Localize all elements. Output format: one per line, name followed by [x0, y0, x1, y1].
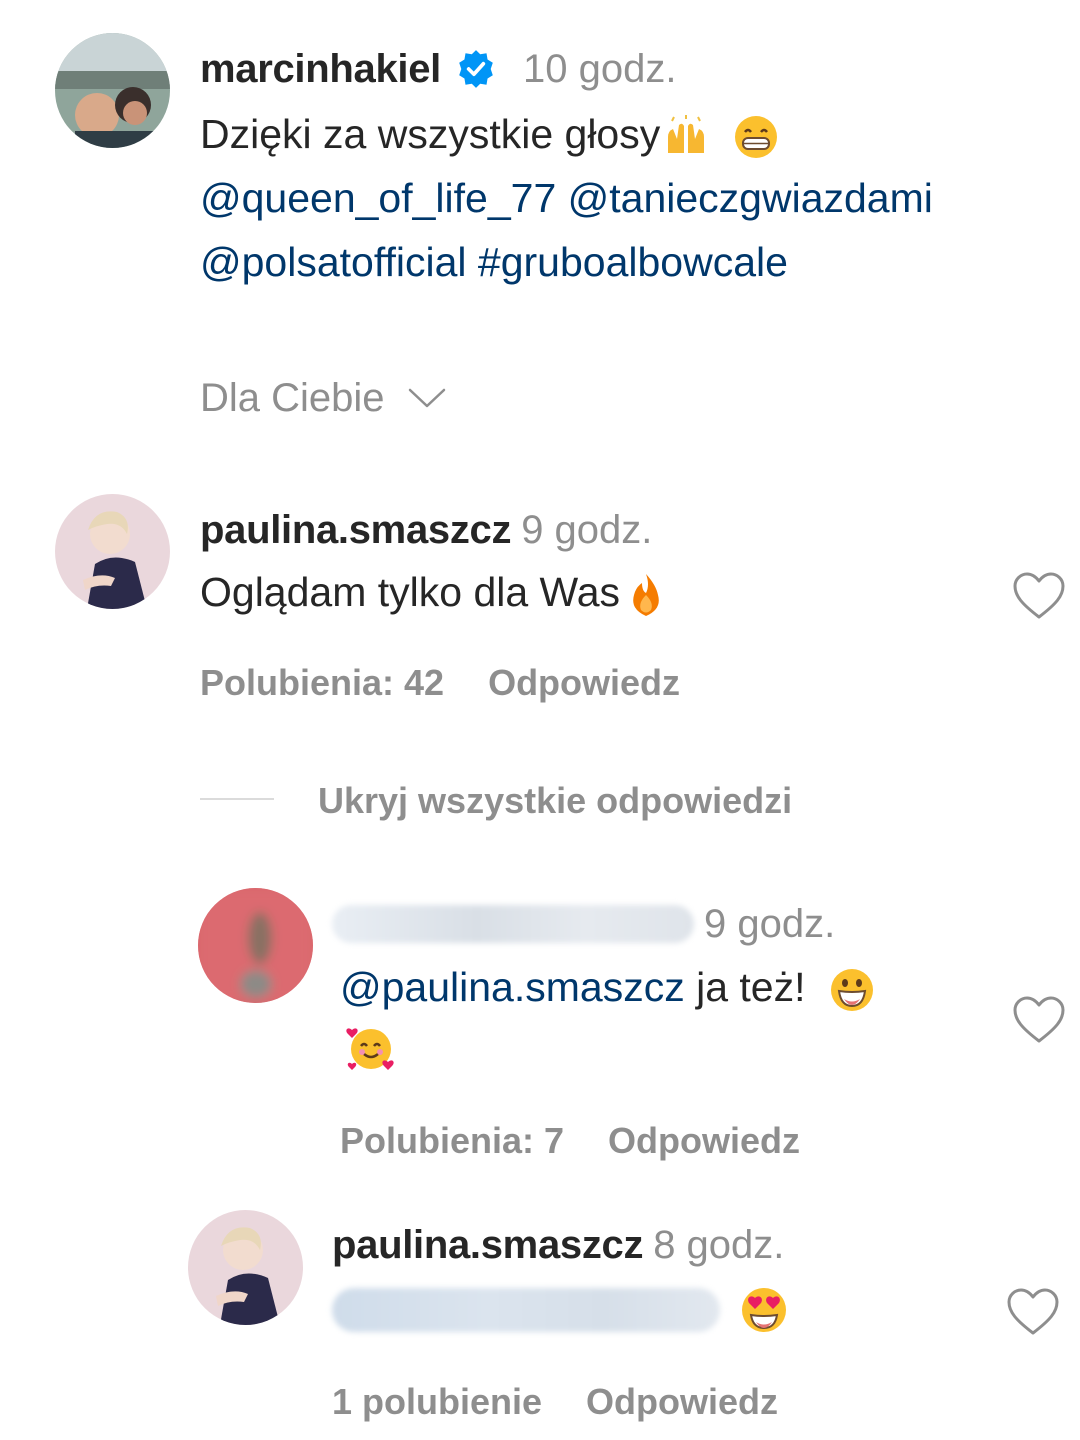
mention-link[interactable]: @paulina.smaszcz — [340, 964, 685, 1010]
post-time: 10 godz. — [522, 46, 677, 91]
verified-badge-icon — [455, 48, 497, 90]
grinning-face-emoji-icon — [732, 113, 780, 161]
reply-username[interactable]: paulina.smaszcz — [332, 1223, 643, 1268]
comment-username[interactable]: paulina.smaszcz — [200, 508, 511, 553]
sort-label: Dla Ciebie — [200, 375, 385, 420]
mention-link[interactable]: @polsatofficial — [200, 239, 467, 285]
raising-hands-emoji-icon — [662, 113, 710, 161]
sort-dropdown[interactable]: Dla Ciebie — [200, 370, 447, 426]
comment-time: 9 godz. — [521, 507, 653, 552]
hashtag-link[interactable]: #gruboalbowcale — [478, 239, 788, 285]
reply-avatar[interactable] — [188, 1210, 303, 1325]
reply-text: ja też! — [696, 964, 806, 1010]
grinning-face-emoji-icon — [828, 966, 876, 1014]
likes-count[interactable]: Polubienia: 7 — [340, 1120, 564, 1161]
reply-time: 9 godz. — [704, 901, 836, 946]
mention-link[interactable]: @queen_of_life_77 — [200, 175, 556, 221]
reply-button[interactable]: Odpowiedz — [608, 1120, 800, 1161]
hide-replies-button[interactable]: Ukryj wszystkie odpowiedzi — [318, 780, 792, 822]
caption-text: Dzięki za wszystkie głosy — [200, 111, 661, 157]
like-heart-icon[interactable] — [1012, 571, 1066, 621]
post-author-avatar[interactable] — [55, 33, 170, 148]
likes-count[interactable]: 1 polubienie — [332, 1381, 542, 1422]
post-caption: Dzięki za wszystkie głosy @queen_of_life… — [200, 102, 1070, 294]
chevron-down-icon — [407, 386, 447, 410]
like-heart-icon[interactable] — [1012, 995, 1066, 1045]
like-heart-icon[interactable] — [1006, 1287, 1060, 1337]
comment-avatar[interactable] — [55, 494, 170, 609]
fire-emoji-icon — [622, 571, 670, 619]
heart-eyes-emoji-icon — [738, 1284, 790, 1336]
reply-avatar[interactable] — [198, 888, 313, 1003]
blurred-mention — [332, 1288, 720, 1332]
reply-button[interactable]: Odpowiedz — [586, 1381, 778, 1422]
mention-link[interactable]: @tanieczgwiazdami — [568, 175, 933, 221]
reply-time: 8 godz. — [653, 1222, 785, 1267]
post-username[interactable]: marcinhakiel — [200, 47, 441, 92]
comment-text: Oglądam tylko dla Was — [200, 569, 621, 615]
blurred-username — [332, 905, 694, 943]
reply-button[interactable]: Odpowiedz — [488, 662, 680, 703]
divider-line — [200, 798, 274, 800]
likes-count[interactable]: Polubienia: 42 — [200, 662, 444, 703]
smiling-face-with-hearts-emoji-icon — [344, 1022, 396, 1074]
